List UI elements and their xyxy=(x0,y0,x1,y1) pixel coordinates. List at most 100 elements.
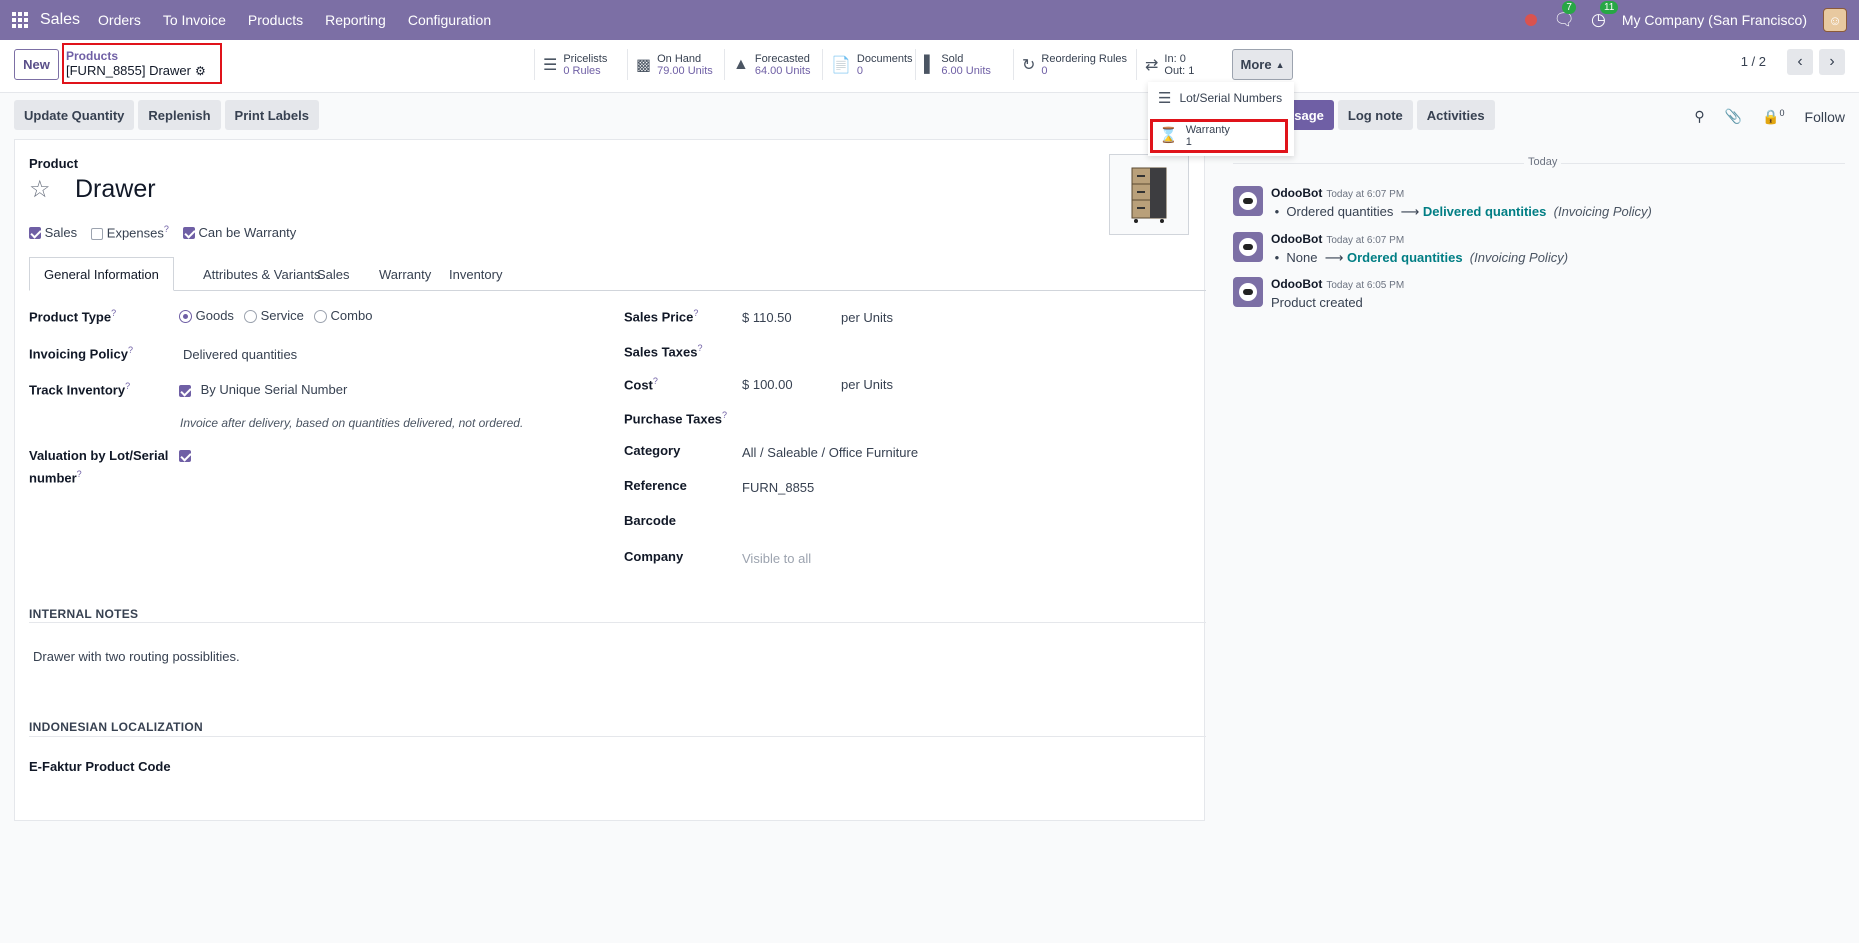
user-avatar[interactable]: ☺ xyxy=(1823,8,1847,32)
stat-label: Pricelists xyxy=(563,52,608,65)
odoobot-avatar[interactable] xyxy=(1233,232,1263,262)
tab-warranty[interactable]: Warranty xyxy=(365,257,445,291)
reference-label: Reference xyxy=(624,478,687,493)
sales-taxes-label: Sales Taxes? xyxy=(624,343,703,360)
control-panel: New Products [FURN_8855] Drawer ⚙ ☰ Pricel… xyxy=(0,40,1859,93)
stat-reordering-rules[interactable]: ↻ Reordering Rules 0 xyxy=(1013,49,1135,80)
arrow-right-icon: ⟶ xyxy=(1400,204,1420,219)
form-tabs: General Information Attributes & Variant… xyxy=(29,257,1206,291)
internal-notes-title: INTERNAL NOTES xyxy=(29,607,139,621)
track-inventory-checkbox[interactable]: By Unique Serial Number xyxy=(179,382,347,397)
pager-previous-button[interactable]: ‹ xyxy=(1787,49,1813,75)
odoobot-avatar[interactable] xyxy=(1233,186,1263,216)
more-label: More xyxy=(1240,57,1272,72)
valuation-checkbox[interactable] xyxy=(179,447,191,462)
tab-sales[interactable]: Sales xyxy=(303,257,364,291)
apps-menu-icon[interactable] xyxy=(0,0,40,40)
tab-general-information[interactable]: General Information xyxy=(29,257,174,291)
type-goods-radio[interactable]: Goods xyxy=(179,308,234,324)
message-time: Today at 6:05 PM xyxy=(1326,280,1405,291)
breadcrumb: Products [FURN_8855] Drawer ⚙ xyxy=(62,43,222,84)
type-service-radio[interactable]: Service xyxy=(243,308,304,324)
chatter-icons: ⚲ 📎 🔒0 Follow xyxy=(1694,108,1845,126)
cubes-icon: ▩ xyxy=(636,56,652,74)
cost-uom: per Units xyxy=(841,377,894,392)
tracking-change: • Ordered quantities ⟶ Delivered quantit… xyxy=(1271,204,1652,219)
efaktur-label: E-Faktur Product Code xyxy=(29,759,171,774)
follow-button[interactable]: Follow xyxy=(1805,109,1845,125)
stat-in-out[interactable]: ⇄ In: 0 Out: 1 xyxy=(1136,49,1202,80)
message-time: Today at 6:07 PM xyxy=(1326,189,1405,200)
product-name-field[interactable]: Drawer xyxy=(75,175,156,204)
menu-warranty[interactable]: ⌛ Warranty 1 xyxy=(1150,119,1288,153)
menu-to-invoice[interactable]: To Invoice xyxy=(163,12,226,28)
internal-notes-field[interactable]: Drawer with two routing possiblities. xyxy=(33,649,240,664)
form-action-bar: Update Quantity Replenish Print Labels xyxy=(14,100,319,130)
message-author[interactable]: OdooBot xyxy=(1271,232,1322,246)
message-body: Product created xyxy=(1271,295,1363,310)
gear-icon[interactable]: ⚙ xyxy=(195,64,206,78)
cost-field[interactable]: $ 100.00 xyxy=(742,377,793,392)
message-author[interactable]: OdooBot xyxy=(1271,277,1322,291)
menu-orders[interactable]: Orders xyxy=(98,12,141,28)
company-switcher[interactable]: My Company (San Francisco) xyxy=(1622,12,1807,28)
list-icon: ☰ xyxy=(543,56,558,74)
product-label: Product xyxy=(29,156,79,171)
new-button[interactable]: New xyxy=(14,49,59,80)
activities-icon[interactable]: ◷ 11 xyxy=(1591,1,1619,30)
product-type-label: Product Type? xyxy=(29,308,117,325)
type-combo-radio[interactable]: Combo xyxy=(313,308,372,324)
company-label: Company xyxy=(624,549,684,564)
cost-label: Cost? xyxy=(624,376,658,393)
stat-on-hand[interactable]: ▩ On Hand 79.00 Units xyxy=(627,49,721,80)
drawer-image-icon xyxy=(1131,167,1167,223)
messages-icon[interactable]: 🗨 7 xyxy=(1553,1,1576,30)
app-name[interactable]: Sales xyxy=(40,11,80,29)
stat-pricelists[interactable]: ☰ Pricelists 0 Rules xyxy=(534,49,615,80)
menu-lot-serial-numbers[interactable]: ☰ Lot/Serial Numbers xyxy=(1148,82,1294,114)
warranty-checkbox-label: Can be Warranty xyxy=(198,224,297,240)
pager-value[interactable]: 1 / 2 xyxy=(1741,54,1766,69)
stat-sold[interactable]: ▌ Sold 6.00 Units xyxy=(915,49,999,80)
star-icon[interactable]: ☆ xyxy=(29,175,51,204)
reference-field[interactable]: FURN_8855 xyxy=(742,480,814,495)
sales-price-uom: per Units xyxy=(841,310,894,325)
menu-configuration[interactable]: Configuration xyxy=(408,12,491,28)
menu-products[interactable]: Products xyxy=(248,12,303,28)
followers-button[interactable]: 🔒0 xyxy=(1762,108,1784,126)
can-be-warranty-checkbox[interactable]: Can be Warranty xyxy=(182,224,297,240)
odoobot-avatar[interactable] xyxy=(1233,277,1263,307)
followers-count: 0 xyxy=(1779,108,1785,118)
update-quantity-button[interactable]: Update Quantity xyxy=(14,100,135,130)
stat-forecasted[interactable]: ▲ Forecasted 64.00 Units xyxy=(724,49,819,80)
search-icon[interactable]: ⚲ xyxy=(1694,108,1704,125)
stat-value: 6.00 Units xyxy=(941,64,991,77)
pager-next-button[interactable]: › xyxy=(1819,49,1845,75)
track-inventory-mode[interactable]: By Unique Serial Number xyxy=(201,382,348,397)
company-field[interactable]: Visible to all xyxy=(742,551,811,566)
more-button[interactable]: More ▲ xyxy=(1232,49,1293,80)
replenish-button[interactable]: Replenish xyxy=(138,100,221,130)
invoicing-policy-field[interactable]: Delivered quantities xyxy=(183,347,297,362)
tab-inventory[interactable]: Inventory xyxy=(435,257,516,291)
warranty-count: 1 xyxy=(1185,136,1192,148)
paperclip-icon[interactable]: 📎 xyxy=(1725,108,1742,125)
breadcrumb-parent[interactable]: Products xyxy=(66,49,218,63)
log-note-button[interactable]: Log note xyxy=(1337,100,1413,130)
stat-label: Sold xyxy=(941,52,964,65)
category-field[interactable]: All / Saleable / Office Furniture xyxy=(742,445,918,460)
sales-checkbox[interactable]: Sales xyxy=(29,225,77,240)
invoicing-hint: Invoice after delivery, based on quantit… xyxy=(180,416,524,430)
print-labels-button[interactable]: Print Labels xyxy=(224,100,319,130)
product-image[interactable] xyxy=(1109,154,1189,235)
stat-label: In: 0 xyxy=(1164,52,1186,65)
message-author[interactable]: OdooBot xyxy=(1271,186,1322,200)
expenses-checkbox[interactable]: Expenses? xyxy=(91,224,169,240)
barcode-field[interactable] xyxy=(742,513,982,531)
activities-button[interactable]: Activities xyxy=(1416,100,1495,130)
sales-checkbox-label: Sales xyxy=(44,224,78,240)
stat-documents[interactable]: 📄 Documents 0 xyxy=(822,49,921,80)
record-indicator-icon[interactable] xyxy=(1525,14,1538,26)
menu-reporting[interactable]: Reporting xyxy=(325,12,386,28)
sales-price-field[interactable]: $ 110.50 xyxy=(742,310,792,325)
